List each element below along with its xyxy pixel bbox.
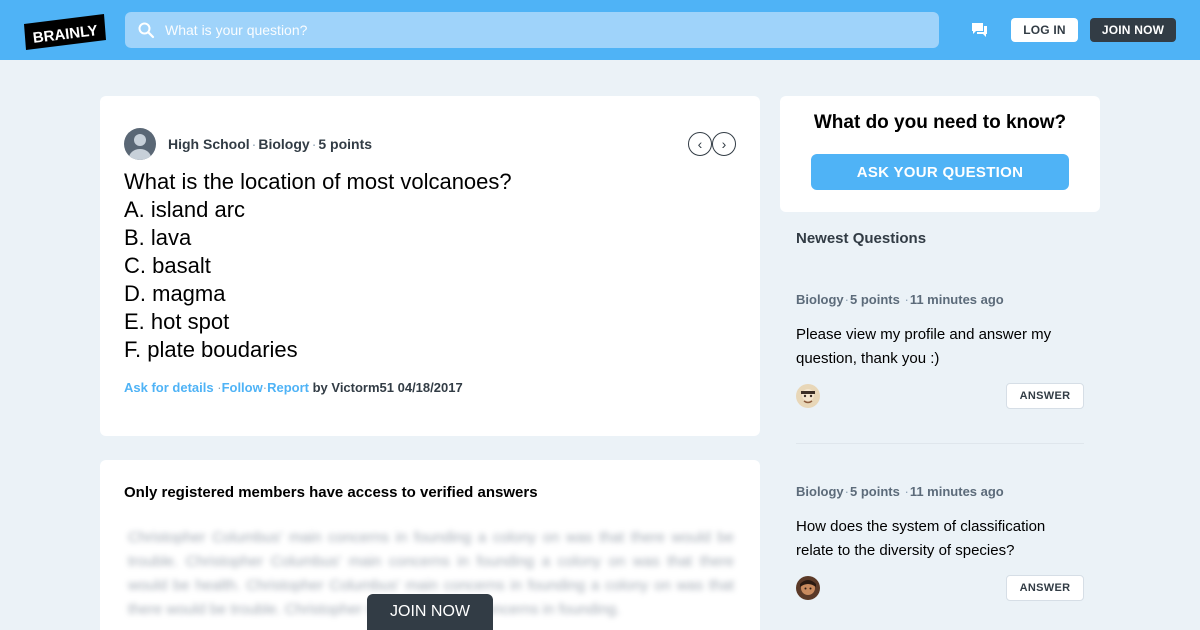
ask-question-button[interactable]: ASK YOUR QUESTION <box>811 154 1069 190</box>
points-label: 5 points <box>850 292 900 307</box>
time-label: 11 minutes ago <box>909 292 1004 307</box>
join-now-button[interactable]: JOIN NOW <box>1090 18 1176 42</box>
subject-label[interactable]: Biology <box>796 292 844 307</box>
answer-button[interactable]: ANSWER <box>1006 383 1084 409</box>
divider <box>796 443 1084 444</box>
chevron-right-icon[interactable]: › <box>712 132 736 156</box>
newest-question-text[interactable]: How does the system of classification re… <box>796 515 1084 563</box>
question-line: A. island arc <box>124 197 246 222</box>
user-avatar[interactable] <box>124 128 156 160</box>
question-line: What is the location of most volcanoes? <box>124 169 512 194</box>
follow-link[interactable]: Follow <box>222 380 263 395</box>
newest-question-item[interactable]: Biology·5 points ·11 minutes ago How doe… <box>796 484 1084 624</box>
answer-locked-title: Only registered members have access to v… <box>124 484 538 501</box>
time-label: 11 minutes ago <box>909 484 1004 499</box>
search-icon <box>138 22 155 39</box>
login-button[interactable]: LOG IN <box>1011 18 1078 42</box>
brainly-logo[interactable]: BRAINLY <box>24 14 106 50</box>
question-line: D. magma <box>124 281 226 306</box>
points-label: 5 points <box>850 484 900 499</box>
question-line: E. hot spot <box>124 309 230 334</box>
answer-button[interactable]: ANSWER <box>1006 575 1084 601</box>
join-now-overlay-button[interactable]: JOIN NOW <box>367 594 493 630</box>
ask-card: What do you need to know? ASK YOUR QUEST… <box>780 96 1100 212</box>
newest-question-text[interactable]: Please view my profile and answer my que… <box>796 323 1084 371</box>
search-input[interactable] <box>165 12 925 48</box>
author-line: by Victorm51 04/18/2017 <box>312 380 463 395</box>
report-link[interactable]: Report <box>267 380 309 395</box>
subject-label[interactable]: Biology <box>258 136 309 152</box>
question-line: B. lava <box>124 225 192 250</box>
newest-questions-title: Newest Questions <box>796 230 927 247</box>
user-avatar[interactable] <box>796 384 820 408</box>
points-label: 5 points <box>318 136 373 152</box>
newest-question-meta: Biology·5 points ·11 minutes ago <box>796 292 1004 307</box>
ask-title: What do you need to know? <box>813 112 1067 133</box>
question-actions: Ask for details ·Follow·Report by Victor… <box>124 380 463 395</box>
newest-question-meta: Biology·5 points ·11 minutes ago <box>796 484 1004 499</box>
subject-label[interactable]: Biology <box>796 484 844 499</box>
search-bar[interactable] <box>125 12 939 48</box>
chevron-left-icon[interactable]: ‹ <box>688 132 712 156</box>
ask-for-details-link[interactable]: Ask for details <box>124 380 214 395</box>
question-meta: High School · Biology · 5 points <box>168 136 373 152</box>
user-avatar[interactable] <box>796 576 820 600</box>
chat-icon[interactable] <box>969 20 989 40</box>
level-label[interactable]: High School <box>168 136 250 152</box>
question-text: What is the location of most volcanoes? … <box>124 168 724 364</box>
question-line: C. basalt <box>124 253 211 278</box>
question-line: F. plate boudaries <box>124 337 298 362</box>
question-card: High School · Biology · 5 points ‹ › What is… <box>100 96 760 436</box>
newest-question-item[interactable]: Biology·5 points ·11 minutes ago Please … <box>796 292 1084 432</box>
top-bar: BRAINLY LOG IN JOIN NOW <box>0 0 1200 60</box>
